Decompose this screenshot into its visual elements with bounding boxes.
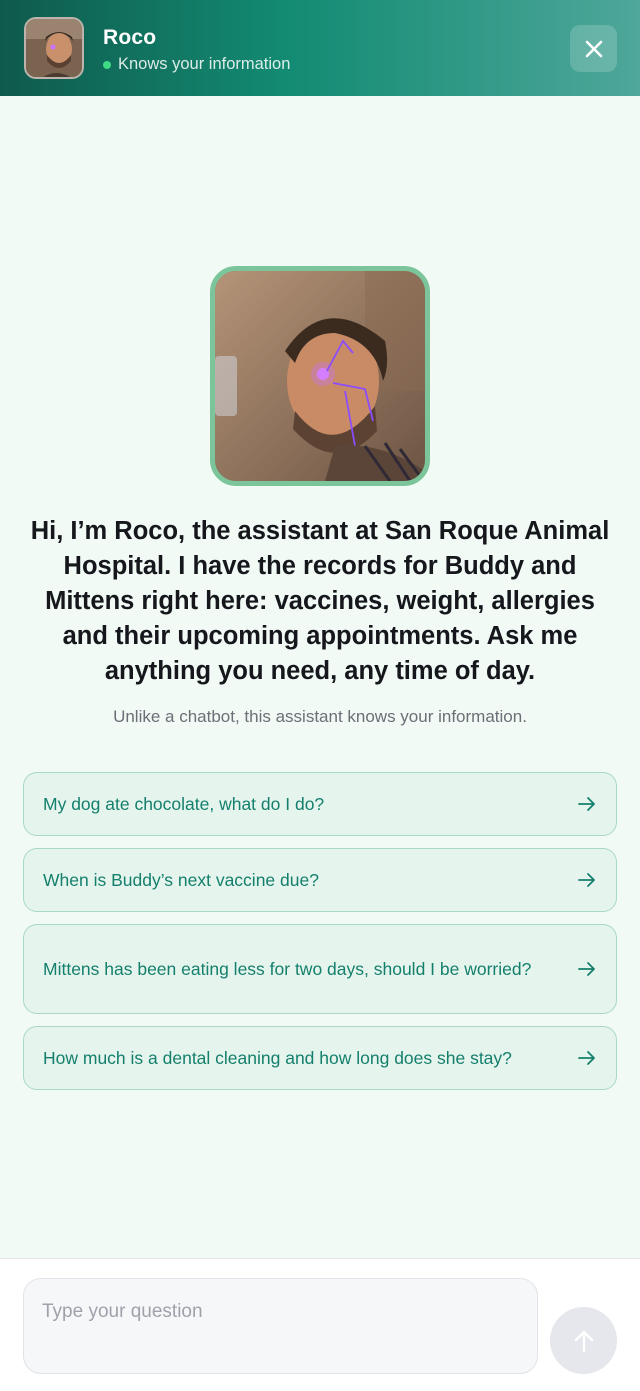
message-composer [0,1258,640,1391]
arrow-right-icon [578,873,595,887]
arrow-right-icon [578,962,595,976]
question-input[interactable] [23,1278,538,1374]
assistant-portrait [215,271,425,481]
welcome-message: Hi, I’m Roco, the assistant at San Roque… [30,517,610,685]
send-button[interactable] [550,1307,617,1374]
suggestion-label: My dog ate chocolate, what do I do? [43,794,325,814]
welcome-subtext: Unlike a chatbot, this assistant knows y… [113,707,527,726]
suggestion-label: When is Buddy’s next vaccine due? [43,870,319,890]
suggestion-label: How much is a dental cleaning and how lo… [43,1048,512,1068]
suggestion-eating-less[interactable]: Mittens has been eating less for two day… [23,924,617,1014]
chat-header: Roco Knows your information [0,0,640,96]
close-button[interactable] [570,25,617,72]
arrow-right-icon [578,1051,595,1065]
suggestion-label: Mittens has been eating less for two day… [43,959,532,979]
arrow-up-icon [574,1330,593,1352]
suggestion-chocolate[interactable]: My dog ate chocolate, what do I do? [23,772,617,836]
assistant-avatar-large [210,266,430,486]
assistant-status: Knows your information [118,55,291,73]
assistant-name: Roco [103,26,157,49]
avatar [24,17,84,79]
avatar-portrait [26,19,82,77]
suggestion-vaccine[interactable]: When is Buddy’s next vaccine due? [23,848,617,912]
suggestion-dental-cleaning[interactable]: How much is a dental cleaning and how lo… [23,1026,617,1090]
close-icon [585,40,602,57]
arrow-right-icon [578,797,595,811]
online-status-dot [103,61,111,69]
